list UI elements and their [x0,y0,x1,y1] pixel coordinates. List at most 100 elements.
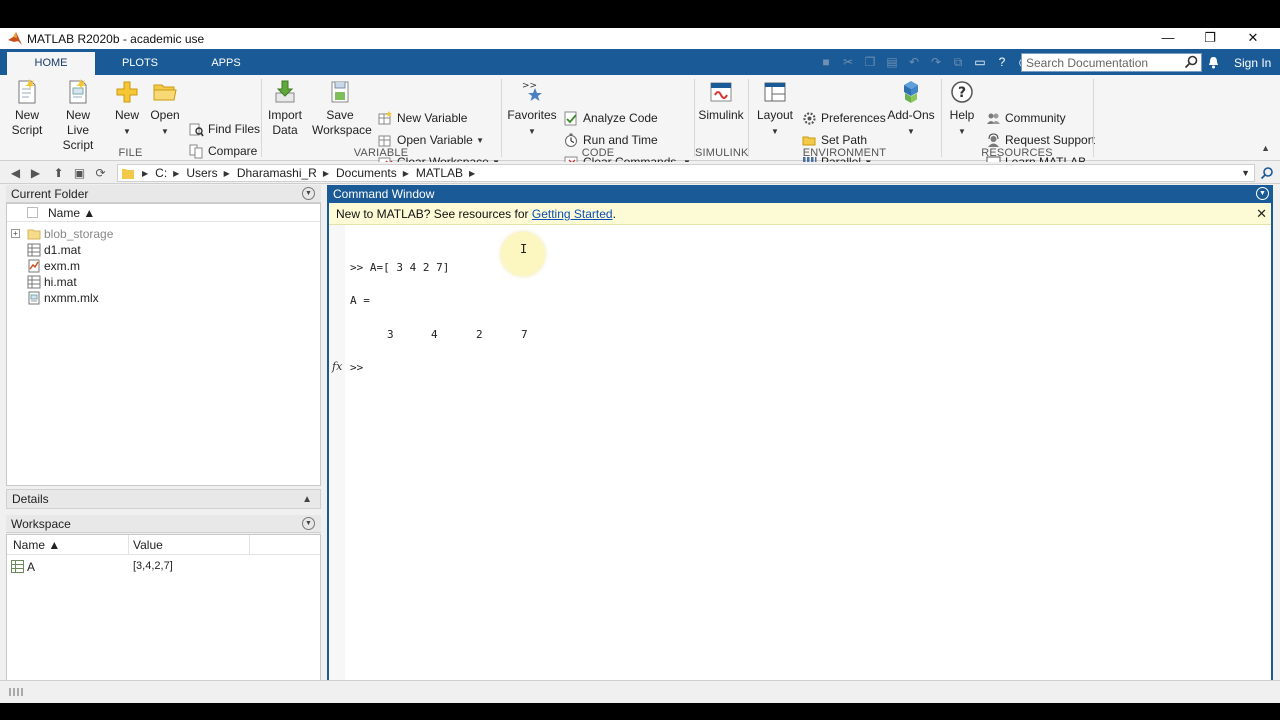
folder-open-icon [153,84,177,101]
close-notice-icon[interactable]: ✕ [1256,203,1267,225]
new-live-script-button[interactable]: New Live Script [51,79,105,153]
redo-icon[interactable]: ↷ [928,54,944,70]
simulink-icon [710,82,732,102]
simulink-button[interactable]: Simulink [698,79,744,123]
workspace-column-header: Name ▲ Value [7,535,320,555]
ribbon-separator [941,79,942,157]
title-bar: MATLAB R2020b - academic use — ❐ ✕ [0,28,1280,49]
panel-menu-icon[interactable]: ▼ [302,517,315,530]
help-icon[interactable]: ? [994,54,1010,70]
column-divider[interactable] [128,535,129,555]
expand-icon[interactable]: + [11,229,20,238]
help-button[interactable]: ? Help ▼ [946,79,978,139]
layout-caret-icon: ▼ [771,127,779,136]
name-column-header[interactable]: Name ▲ [48,206,95,220]
collapse-ribbon-icon[interactable]: ▲ [1261,143,1270,153]
collapse-details-icon[interactable]: ▲ [302,491,312,509]
back-arrow-icon[interactable]: ◀ [8,166,23,180]
community-icon [987,113,1000,124]
breadcrumb-separator-icon: ▶ [469,168,476,178]
svg-text:?: ? [958,85,966,101]
copy-icon[interactable]: ❐ [862,54,878,70]
workspace-variable-row[interactable]: A [3,4,2,7] [7,559,320,575]
browse-folder-icon[interactable]: ▣ [72,166,87,180]
variable-matrix-icon [11,560,24,573]
preferences-button[interactable]: Preferences [802,109,886,127]
name-column-header[interactable]: Name ▲ [13,538,60,552]
new-variable-icon [378,110,392,124]
find-files-button[interactable]: Find Files [189,120,260,138]
new-button[interactable]: New ▼ [112,79,142,139]
command-prompt[interactable]: >> [350,361,363,374]
ribbon-separator [261,79,262,157]
sign-in-link[interactable]: Sign In [1234,56,1271,70]
forward-arrow-icon[interactable]: ▶ [28,166,43,180]
restore-button[interactable]: ❐ [1188,28,1232,49]
search-folder-icon[interactable] [1260,166,1274,180]
search-icon[interactable] [1184,55,1198,69]
new-script-button[interactable]: New Script [9,79,45,138]
save-workspace-button[interactable]: Save Workspace [312,79,372,138]
minimize-button[interactable]: — [1146,28,1190,49]
details-header[interactable]: Details ▲ [6,489,321,509]
select-all-checkbox[interactable] [27,207,38,218]
open-button[interactable]: Open ▼ [149,79,181,139]
add-ons-button[interactable]: Add-Ons ▼ [887,79,935,139]
favorites-button[interactable]: >> Favorites ▼ [507,79,557,139]
save-workspace-icon [331,81,349,103]
up-folder-icon[interactable]: ⬆ [51,166,66,180]
help-label: Help [949,108,975,122]
live-script-file-icon [28,291,40,305]
value-column-header[interactable]: Value [133,538,163,552]
command-window[interactable]: New to MATLAB? See resources for Getting… [327,203,1273,703]
file-row[interactable]: hi.mat [7,274,320,290]
tab-apps[interactable]: APPS [192,52,260,75]
community-label: Community [1005,111,1066,125]
breadcrumb-documents[interactable]: Documents [336,166,397,180]
community-button[interactable]: Community [986,109,1066,127]
address-bar: ◀ ▶ ⬆ ▣ ⟳ ▶ C: ▶ Users ▶ Dharamashi_R ▶ … [0,162,1280,184]
breadcrumb-drive[interactable]: C: [155,166,167,180]
paste-icon[interactable]: ▤ [884,54,900,70]
import-data-icon [275,80,295,103]
open-variable-icon [378,135,391,146]
panel-menu-icon[interactable]: ▼ [1256,187,1269,200]
ribbon-tabstrip: HOME PLOTS APPS ■ ✂ ❐ ▤ ↶ ↷ ⧉ ▭ ? ◉ Sear… [0,49,1280,75]
file-row[interactable]: exm.m [7,258,320,274]
switch-windows-icon[interactable]: ⧉ [950,54,966,70]
file-row[interactable]: d1.mat [7,242,320,258]
notification-bell-icon[interactable] [1207,56,1220,69]
new-variable-button[interactable]: New Variable [378,109,467,127]
path-breadcrumb[interactable]: ▶ C: ▶ Users ▶ Dharamashi_R ▶ Documents … [117,164,1255,182]
refresh-folder-icon[interactable]: ⟳ [93,166,108,180]
import-data-button[interactable]: Import Data [266,79,304,138]
file-row[interactable]: nxmm.mlx [7,290,320,306]
current-folder-column-header: Name ▲ [7,204,320,222]
file-row[interactable]: + blob_storage [7,226,320,242]
analyze-code-button[interactable]: Analyze Code [564,109,658,127]
column-divider[interactable] [249,535,250,555]
breadcrumb-user[interactable]: Dharamashi_R [237,166,317,180]
save-icon[interactable]: ■ [818,54,834,70]
breadcrumb-users[interactable]: Users [186,166,217,180]
ribbon-home: New Script New Live Script New ▼ Open ▼ … [0,75,1280,169]
layout-icon[interactable]: ▭ [972,54,988,70]
run-and-time-label: Run and Time [583,133,658,147]
breadcrumb-matlab[interactable]: MATLAB [416,166,463,180]
panel-menu-icon[interactable]: ▼ [302,187,315,200]
tab-home[interactable]: HOME [7,52,95,75]
folder-icon [122,168,134,179]
new-script-icon [18,79,36,104]
undo-icon[interactable]: ↶ [906,54,922,70]
cut-icon[interactable]: ✂ [840,54,856,70]
tab-plots[interactable]: PLOTS [105,52,175,75]
layout-button[interactable]: Layout ▼ [755,79,795,139]
close-button[interactable]: ✕ [1231,28,1275,49]
file-name: exm.m [44,259,80,273]
path-dropdown-icon[interactable]: ▼ [1241,168,1250,178]
function-browser-icon[interactable]: fx [332,360,342,373]
search-documentation-input[interactable]: Search Documentation [1021,53,1202,72]
getting-started-link[interactable]: Getting Started [532,207,613,221]
favorites-caret-icon: ▼ [528,127,536,136]
file-name: nxmm.mlx [44,291,99,305]
